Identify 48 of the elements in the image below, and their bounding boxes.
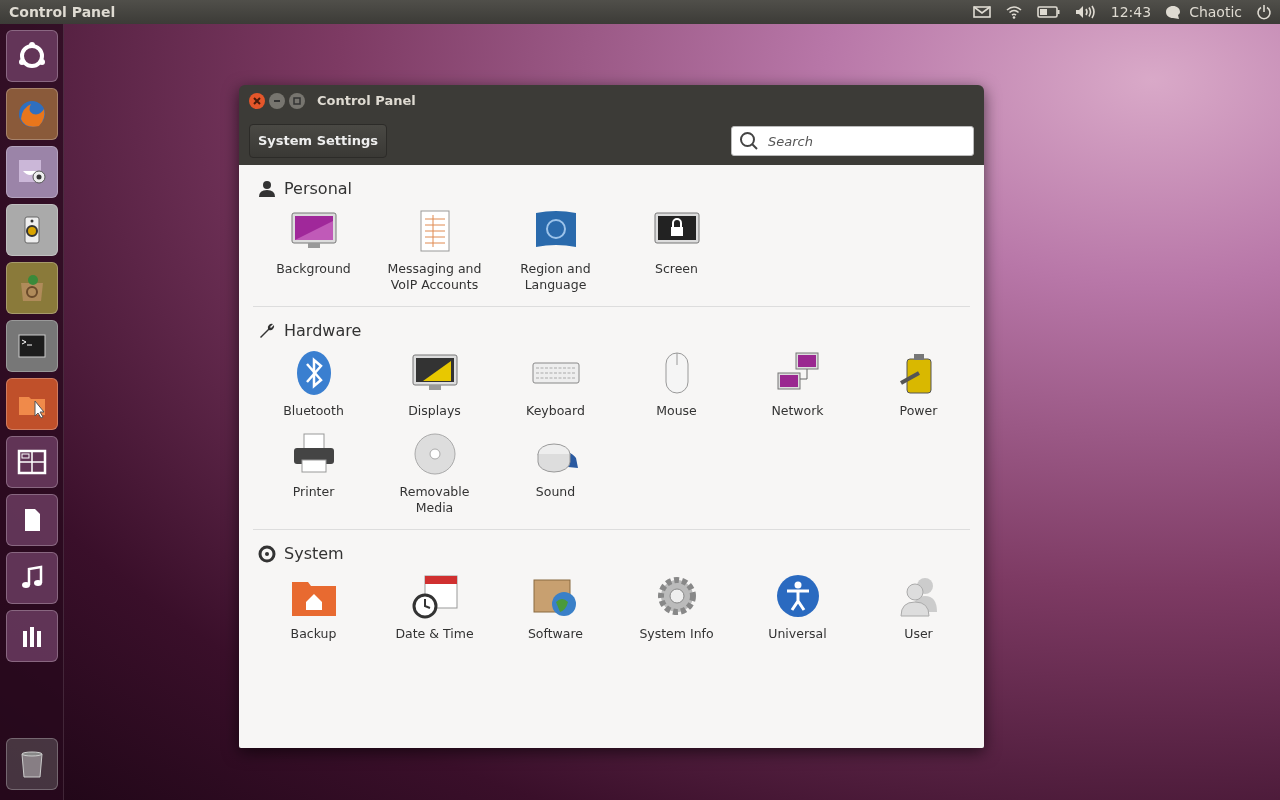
- terminal-icon[interactable]: [16, 331, 47, 361]
- wifi-icon[interactable]: [1004, 5, 1023, 19]
- speaker-icon[interactable]: [1074, 5, 1097, 19]
- settings-item[interactable]: Network: [737, 347, 858, 420]
- wrench-icon: [258, 322, 276, 340]
- section-title: Personal: [284, 178, 352, 200]
- app-title: Control Panel: [8, 2, 116, 22]
- settings-item[interactable]: Date & Time: [374, 570, 495, 643]
- minimize-button[interactable]: [269, 93, 285, 109]
- square-icon: [293, 97, 301, 105]
- settings-item[interactable]: Background: [253, 205, 374, 294]
- close-button[interactable]: [249, 93, 265, 109]
- section-title: System: [284, 543, 344, 565]
- settings-item[interactable]: Printer: [253, 428, 374, 517]
- section-title: Hardware: [284, 320, 362, 342]
- webcam-icon[interactable]: [16, 157, 47, 187]
- battery-icon[interactable]: [1036, 6, 1061, 18]
- minus-icon: [273, 97, 281, 105]
- settings-item[interactable]: Backup: [253, 570, 374, 643]
- settings-item[interactable]: Bluetooth: [253, 347, 374, 420]
- settings-item[interactable]: User: [858, 570, 979, 643]
- settings-item[interactable]: System Info: [616, 570, 737, 643]
- settings-item[interactable]: Region and Language: [495, 205, 616, 294]
- dash-icon[interactable]: [16, 41, 47, 71]
- settings-item[interactable]: Displays: [374, 347, 495, 420]
- clock-text[interactable]: 12:43: [1110, 1, 1152, 23]
- settings-item[interactable]: Keyboard: [495, 347, 616, 420]
- search-field[interactable]: Search: [731, 126, 974, 156]
- workspaces-icon[interactable]: [16, 447, 47, 477]
- speech-bubble-icon[interactable]: [1165, 4, 1182, 20]
- user-name[interactable]: Chaotic: [1189, 1, 1242, 23]
- settings-item[interactable]: Mouse: [616, 347, 737, 420]
- settings-item[interactable]: Software: [495, 570, 616, 643]
- settings-item[interactable]: Messaging and VoIP Accounts: [374, 205, 495, 294]
- settings-item[interactable]: Power: [858, 347, 979, 420]
- maximize-button[interactable]: [289, 93, 305, 109]
- envelope-icon[interactable]: [972, 6, 991, 18]
- x-icon: [253, 97, 261, 105]
- settings-item[interactable]: Sound: [495, 428, 616, 517]
- breadcrumb-button[interactable]: System Settings: [249, 124, 388, 158]
- person-icon: [258, 180, 276, 198]
- power-icon[interactable]: [1256, 4, 1272, 20]
- settings-item[interactable]: Universal: [737, 570, 858, 643]
- window-title: Control Panel: [317, 92, 416, 111]
- settings-item[interactable]: Screen: [616, 205, 737, 294]
- calendar-clock-icon: [410, 572, 459, 620]
- search-icon: [739, 131, 759, 151]
- settings-item[interactable]: Removable Media: [374, 428, 495, 517]
